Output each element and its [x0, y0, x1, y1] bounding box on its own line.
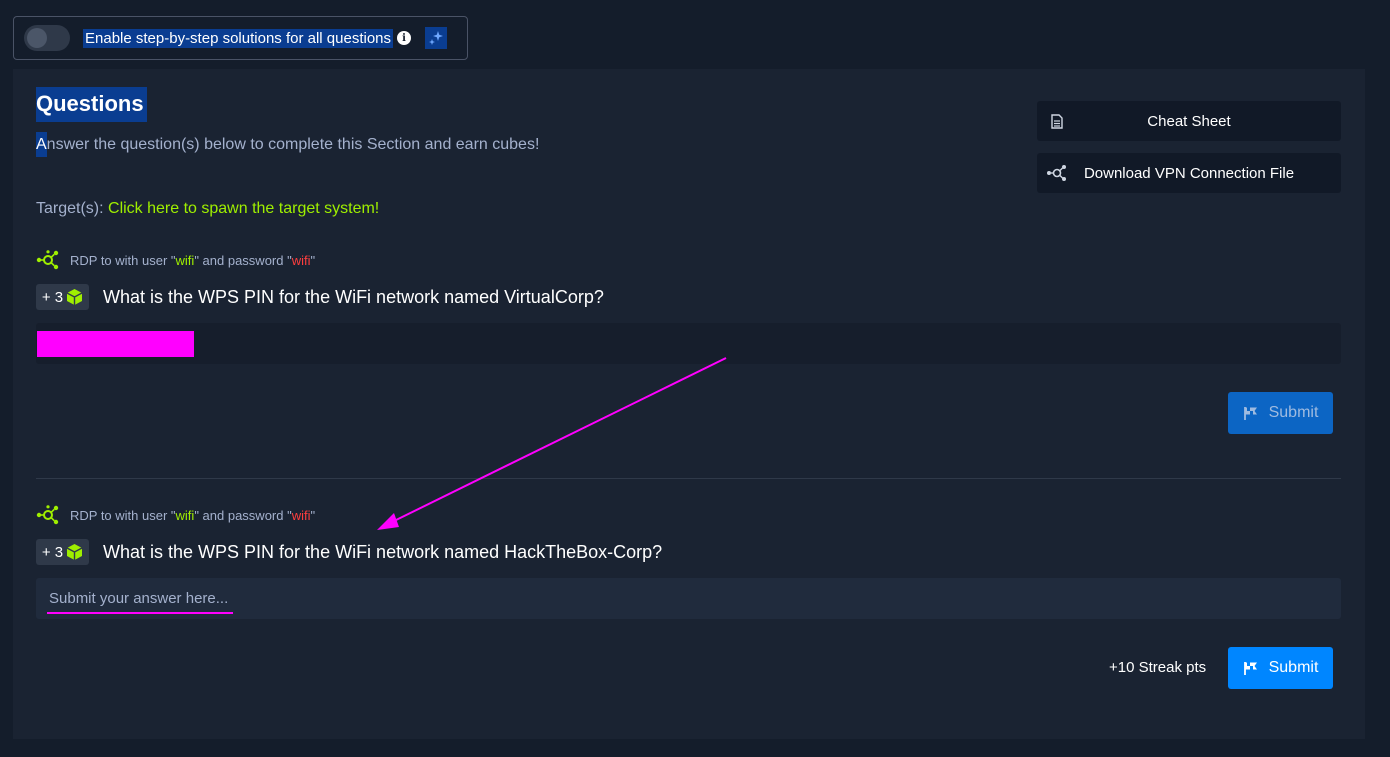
question-text: What is the WPS PIN for the WiFi network… [103, 541, 663, 562]
hub-icon [36, 505, 59, 525]
page-title: Questions [36, 87, 147, 122]
cheat-sheet-button[interactable]: Cheat Sheet [1037, 101, 1341, 141]
subtitle-highlight: A [36, 132, 47, 157]
targets-line: Target(s): Click here to spawn the targe… [36, 200, 379, 218]
spawn-target-link[interactable]: Click here to spawn the target system! [108, 200, 379, 217]
hint-text: RDP to with user " [70, 252, 176, 268]
hub-icon [36, 250, 59, 270]
redacted-answer [37, 331, 194, 357]
sparkle-button[interactable] [425, 27, 448, 49]
network-icon [1037, 164, 1077, 182]
subtitle-rest: nswer the question(s) below to complete … [46, 136, 540, 153]
answer-field[interactable] [36, 323, 1341, 364]
submit-button[interactable]: Submit [1228, 647, 1333, 689]
flag-icon [1243, 661, 1257, 675]
hint-text: " [310, 507, 316, 523]
hint-password: wifi [291, 252, 311, 268]
answer-field [36, 578, 1341, 619]
hint-text: RDP to with user " [70, 507, 176, 523]
cube-icon [66, 544, 83, 560]
points-badge: + 3 [36, 539, 89, 565]
question-text: What is the WPS PIN for the WiFi network… [103, 286, 604, 307]
vpn-label: Download VPN Connection File [1083, 164, 1295, 182]
hint-text: " and password " [194, 252, 292, 268]
question-row: + 3 What is the WPS PIN for the WiFi net… [36, 284, 604, 310]
hint-text: " [310, 252, 316, 268]
hint-password: wifi [291, 507, 311, 523]
step-by-step-toggle-bar: Enable step-by-step solutions for all qu… [13, 16, 468, 60]
answer-input[interactable] [49, 578, 1329, 619]
step-by-step-switch[interactable] [24, 25, 70, 51]
sparkle-icon [429, 31, 444, 45]
question-hint: RDP to with user " wifi " and password " wi… [36, 505, 315, 525]
submit-label: Submit [1268, 659, 1319, 676]
points-badge: + 3 [36, 284, 89, 310]
points-value: + 3 [41, 543, 64, 561]
annotation-underline [47, 612, 233, 614]
submit-button[interactable]: Submit [1228, 392, 1333, 434]
cube-icon [66, 289, 83, 305]
streak-points: +10 Streak pts [1109, 659, 1207, 676]
download-vpn-button[interactable]: Download VPN Connection File [1037, 153, 1341, 193]
points-value: + 3 [41, 288, 64, 306]
hint-user: wifi [175, 507, 195, 523]
submit-label: Submit [1268, 404, 1319, 421]
divider [36, 478, 1341, 479]
targets-label: Target(s): [36, 200, 109, 217]
switch-knob [27, 28, 47, 48]
cheat-sheet-label: Cheat Sheet [1147, 112, 1231, 130]
hint-user: wifi [175, 252, 195, 268]
questions-panel: Questions Answer the question(s) below t… [13, 69, 1365, 739]
section-subtitle: Answer the question(s) below to complete… [36, 132, 540, 157]
question-hint: RDP to with user " wifi " and password " wi… [36, 250, 315, 270]
step-by-step-label: Enable step-by-step solutions for all qu… [83, 28, 394, 48]
hint-text: " and password " [194, 507, 292, 523]
question-row: + 3 What is the WPS PIN for the WiFi net… [36, 539, 662, 565]
document-icon [1037, 113, 1077, 129]
flag-icon [1243, 406, 1257, 420]
info-icon[interactable]: i [397, 31, 412, 45]
